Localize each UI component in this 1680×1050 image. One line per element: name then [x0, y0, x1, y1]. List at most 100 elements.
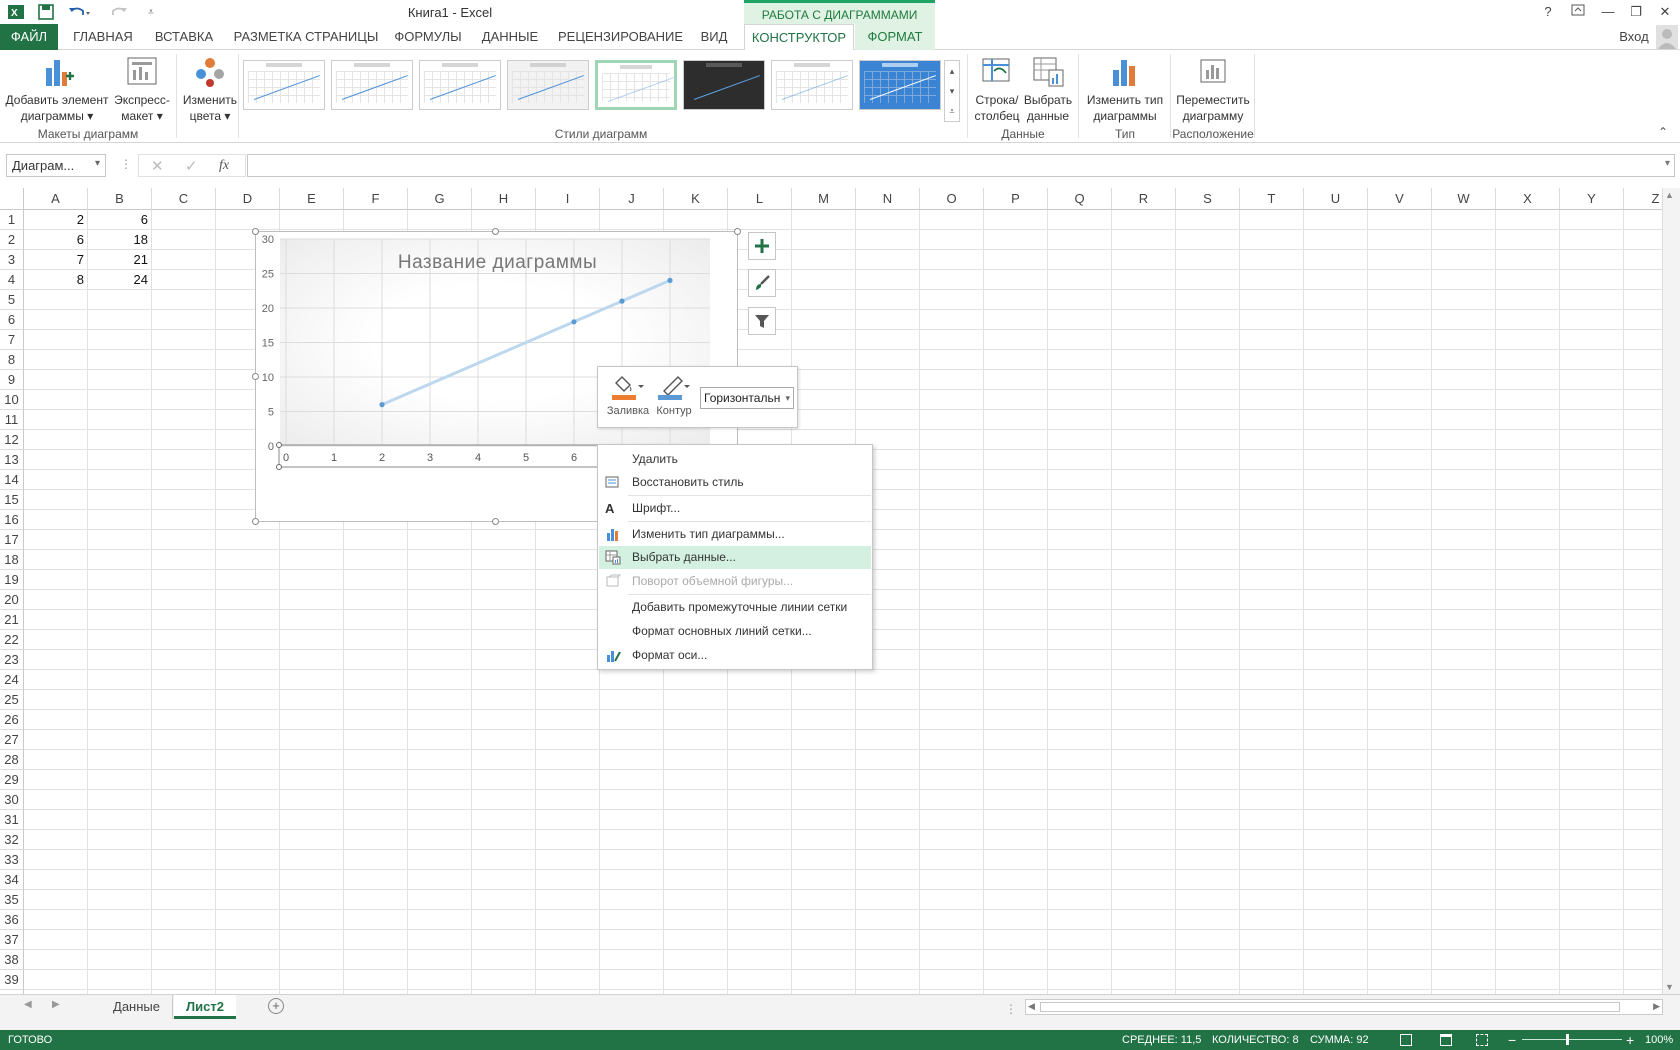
tab-view[interactable]: ВИД	[694, 24, 734, 50]
menu-reset-style[interactable]: Восстановить стиль	[599, 471, 871, 494]
row-header-38[interactable]: 38	[0, 950, 24, 970]
cell-A1[interactable]: 2	[24, 210, 88, 230]
ribbon-display-icon[interactable]	[1565, 2, 1591, 22]
column-header-O[interactable]: O	[920, 188, 984, 210]
column-header-J[interactable]: J	[600, 188, 664, 210]
row-header-34[interactable]: 34	[0, 870, 24, 890]
row-header-6[interactable]: 6	[0, 310, 24, 330]
resize-handle[interactable]	[492, 228, 499, 235]
column-header-G[interactable]: G	[408, 188, 472, 210]
tab-data[interactable]: ДАННЫЕ	[478, 24, 542, 50]
hscroll-right-icon[interactable]: ▶	[1653, 1001, 1660, 1012]
row-header-29[interactable]: 29	[0, 770, 24, 790]
page-break-view-icon[interactable]	[1476, 1034, 1488, 1046]
outline-button[interactable]: Контур	[654, 373, 694, 425]
column-header-Q[interactable]: Q	[1048, 188, 1112, 210]
sign-in-link[interactable]: Вход	[1616, 24, 1652, 50]
tab-formulas[interactable]: ФОРМУЛЫ	[390, 24, 466, 50]
move-chart-button[interactable]: Переместить диаграмму	[1172, 56, 1254, 124]
chart-style-7[interactable]	[771, 60, 853, 110]
row-header-27[interactable]: 27	[0, 730, 24, 750]
column-header-V[interactable]: V	[1368, 188, 1432, 210]
page-layout-view-icon[interactable]	[1440, 1034, 1452, 1046]
row-header-11[interactable]: 11	[0, 410, 24, 430]
zoom-slider-thumb[interactable]	[1566, 1034, 1569, 1045]
sheet-tab-data[interactable]: Данные	[101, 995, 173, 1019]
chart-style-1[interactable]	[243, 60, 325, 110]
close-icon[interactable]: ✕	[1652, 2, 1678, 22]
zoom-level[interactable]: 100%	[1645, 1030, 1673, 1050]
column-header-R[interactable]: R	[1112, 188, 1176, 210]
chart-elements-button[interactable]	[748, 232, 776, 260]
column-header-H[interactable]: H	[472, 188, 536, 210]
quick-layout-button[interactable]: Экспресс- макет ▾	[110, 56, 174, 124]
menu-add-minor-gridlines[interactable]: Добавить промежуточные линии сетки	[599, 596, 871, 619]
zoom-out-icon[interactable]: −	[1508, 1030, 1516, 1050]
formula-bar-splitter-icon[interactable]: ⋮	[120, 157, 132, 171]
row-header-26[interactable]: 26	[0, 710, 24, 730]
change-colors-button[interactable]: Изменить цвета ▾	[180, 56, 240, 124]
column-header-X[interactable]: X	[1496, 188, 1560, 210]
row-header-2[interactable]: 2	[0, 230, 24, 250]
row-header-4[interactable]: 4	[0, 270, 24, 290]
menu-select-data[interactable]: Выбрать данные...	[599, 546, 871, 569]
scroll-up-icon[interactable]: ▲	[1665, 190, 1674, 200]
cell-B3[interactable]: 21	[88, 250, 152, 270]
row-header-37[interactable]: 37	[0, 930, 24, 950]
tab-file[interactable]: ФАЙЛ	[0, 24, 58, 50]
resize-handle[interactable]	[492, 518, 499, 525]
column-header-S[interactable]: S	[1176, 188, 1240, 210]
help-icon[interactable]: ?	[1535, 2, 1561, 22]
cell-A4[interactable]: 8	[24, 270, 88, 290]
column-header-T[interactable]: T	[1240, 188, 1304, 210]
row-header-21[interactable]: 21	[0, 610, 24, 630]
chart-style-6[interactable]	[683, 60, 765, 110]
tab-review[interactable]: РЕЦЕНЗИРОВАНИЕ	[558, 24, 683, 50]
row-header-12[interactable]: 12	[0, 430, 24, 450]
chart-style-3[interactable]	[419, 60, 501, 110]
row-header-31[interactable]: 31	[0, 810, 24, 830]
name-box-dropdown-icon[interactable]: ▾	[95, 158, 100, 169]
cancel-icon[interactable]: ✕	[151, 157, 164, 175]
formula-input[interactable]: ▾	[247, 154, 1675, 177]
column-header-N[interactable]: N	[856, 188, 920, 210]
horizontal-scrollbar[interactable]: ◀ ▶	[1025, 999, 1663, 1015]
minimize-icon[interactable]: —	[1595, 2, 1621, 22]
cell-A2[interactable]: 6	[24, 230, 88, 250]
row-header-10[interactable]: 10	[0, 390, 24, 410]
switch-row-column-button[interactable]: Строка/ столбец	[972, 56, 1022, 124]
resize-handle[interactable]	[252, 373, 259, 380]
column-header-Y[interactable]: Y	[1560, 188, 1624, 210]
row-header-32[interactable]: 32	[0, 830, 24, 850]
chart-filters-button[interactable]	[748, 307, 776, 335]
row-header-8[interactable]: 8	[0, 350, 24, 370]
resize-handle[interactable]	[252, 228, 259, 235]
chart-element-dropdown[interactable]: Горизонтальн ▾	[700, 387, 794, 409]
column-header-A[interactable]: A	[24, 188, 88, 210]
column-header-K[interactable]: K	[664, 188, 728, 210]
tab-insert[interactable]: ВСТАВКА	[150, 24, 218, 50]
new-sheet-icon[interactable]: +	[268, 998, 284, 1014]
row-header-20[interactable]: 20	[0, 590, 24, 610]
sheet-tab-list2[interactable]: Лист2	[174, 995, 236, 1019]
hscroll-left-icon[interactable]: ◀	[1028, 1001, 1035, 1012]
row-header-22[interactable]: 22	[0, 630, 24, 650]
zoom-slider[interactable]	[1522, 1039, 1622, 1040]
column-header-B[interactable]: B	[88, 188, 152, 210]
sheet-scroll-left-icon[interactable]: ◀	[24, 999, 32, 1010]
row-header-28[interactable]: 28	[0, 750, 24, 770]
dropdown-arrow-icon[interactable]: ▾	[785, 388, 790, 408]
tab-design[interactable]: КОНСТРУКТОР	[744, 24, 854, 51]
vertical-scrollbar[interactable]: ▲ ▼	[1662, 188, 1680, 994]
expand-formula-icon[interactable]: ▾	[1665, 158, 1670, 169]
styles-scroll[interactable]: ▴ ▾ ⩡	[944, 60, 960, 122]
name-box[interactable]: Диаграм... ▾	[6, 154, 106, 177]
fill-button[interactable]: Заливка	[606, 373, 650, 425]
row-header-17[interactable]: 17	[0, 530, 24, 550]
row-header-19[interactable]: 19	[0, 570, 24, 590]
chart-styles-button[interactable]	[748, 269, 776, 297]
chart-style-8[interactable]	[859, 60, 941, 110]
scroll-down-icon[interactable]: ▼	[1665, 982, 1674, 992]
cell-B1[interactable]: 6	[88, 210, 152, 230]
cell-B2[interactable]: 18	[88, 230, 152, 250]
